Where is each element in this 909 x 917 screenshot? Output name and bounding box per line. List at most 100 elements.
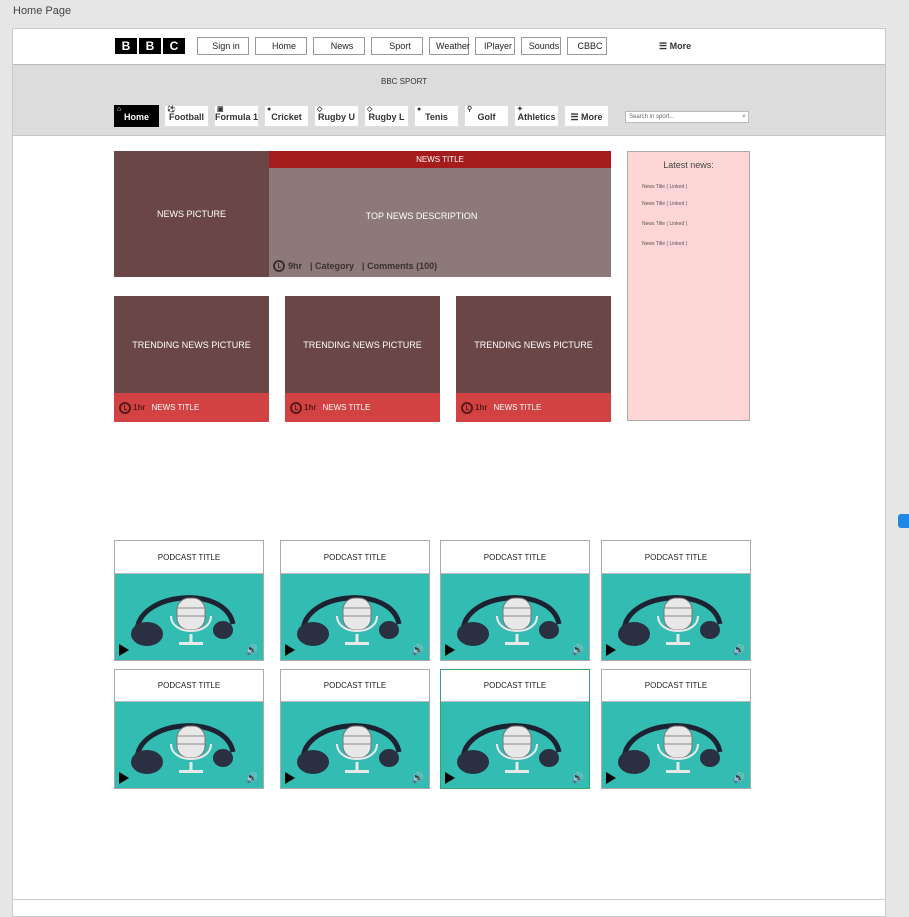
trending-card-bar: 1hr NEWS TITLE <box>114 393 269 422</box>
latest-news-heading: Latest news: <box>663 160 714 170</box>
podcast-card[interactable]: PODCAST TITLE 🔊 <box>601 669 751 789</box>
latest-news-panel: Latest news: News Title ( Linked ) News … <box>627 151 750 421</box>
podcast-card[interactable]: PODCAST TITLE 🔊 <box>601 540 751 661</box>
search-input[interactable]: Search in sport... ⌕ <box>625 111 749 123</box>
volume-icon[interactable]: 🔊 <box>412 645 424 656</box>
headphones-microphone-icon <box>281 723 429 788</box>
headphones-microphone-icon <box>602 595 750 660</box>
volume-icon[interactable]: 🔊 <box>733 645 745 656</box>
volume-icon[interactable]: 🔊 <box>572 773 584 784</box>
hero-news-description[interactable]: TOP NEWS DESCRIPTION 9hr | Category | Co… <box>269 168 611 277</box>
sport-nav-home[interactable]: ⌂ Home <box>114 105 159 127</box>
top-nav-news[interactable]: News <box>313 37 365 55</box>
sport-nav-label: Golf <box>477 112 496 122</box>
trending-news-picture: TRENDING NEWS PICTURE <box>114 296 269 393</box>
trending-card[interactable]: TRENDING NEWS PICTURE 1hr NEWS TITLE <box>456 296 611 422</box>
podcast-artwork: 🔊 <box>115 574 263 660</box>
hero-news-picture[interactable]: NEWS PICTURE <box>114 151 269 277</box>
tennis-ball-icon: ● <box>417 106 422 113</box>
headphones-microphone-icon <box>441 595 589 660</box>
volume-icon[interactable]: 🔊 <box>246 645 258 656</box>
podcast-card[interactable]: PODCAST TITLE 🔊 <box>440 669 590 789</box>
play-icon[interactable] <box>119 644 129 656</box>
top-nav-cbbc[interactable]: CBBC <box>567 37 607 55</box>
podcast-title: PODCAST TITLE <box>281 541 429 574</box>
trending-time: 1hr <box>133 403 146 412</box>
volume-icon[interactable]: 🔊 <box>733 773 745 784</box>
sport-nav-label: Cricket <box>271 112 302 122</box>
side-panel-toggle[interactable] <box>898 514 909 528</box>
podcast-artwork: 🔊 <box>115 702 263 788</box>
sport-nav-formula1[interactable]: ▣ Formula 1 <box>214 105 259 127</box>
podcast-card[interactable]: PODCAST TITLE 🔊 <box>280 540 430 661</box>
clock-icon <box>461 401 473 414</box>
hero-meta: 9hr | Category | Comments (100) <box>273 260 437 272</box>
podcast-card[interactable]: PODCAST TITLE 🔊 <box>114 540 264 661</box>
top-nav: Sign in Home News Sport Weather IPlayer … <box>197 37 607 55</box>
play-icon[interactable] <box>285 644 295 656</box>
sport-nav-athletics[interactable]: ✦ Athletics <box>514 105 559 127</box>
volume-icon[interactable]: 🔊 <box>572 645 584 656</box>
trending-news-picture: TRENDING NEWS PICTURE <box>456 296 611 393</box>
latest-news-link[interactable]: News Title ( Linked ) <box>642 201 687 207</box>
play-icon[interactable] <box>445 772 455 784</box>
hero-comments[interactable]: | Comments (100) <box>362 261 437 271</box>
top-nav-sport[interactable]: Sport <box>371 37 423 55</box>
play-icon[interactable] <box>445 644 455 656</box>
volume-icon[interactable]: 🔊 <box>412 773 424 784</box>
latest-news-link[interactable]: News Title ( Linked ) <box>642 241 687 247</box>
bbc-logo[interactable]: B B C <box>115 38 185 54</box>
sport-nav-football[interactable]: ⚽ Football <box>164 105 209 127</box>
sport-nav-golf[interactable]: ⚲ Golf <box>464 105 509 127</box>
play-icon[interactable] <box>606 772 616 784</box>
page-frame: B B C Sign in Home News Sport Weather IP… <box>12 28 886 917</box>
trending-card[interactable]: TRENDING NEWS PICTURE 1hr NEWS TITLE <box>285 296 440 422</box>
top-nav-weather[interactable]: Weather <box>429 37 470 55</box>
clock-icon <box>119 401 131 414</box>
top-more-button[interactable]: ☰ More <box>659 41 691 52</box>
hero-category[interactable]: | Category <box>310 261 354 271</box>
search-placeholder: Search in sport... <box>629 114 675 120</box>
hero-news-title[interactable]: NEWS TITLE <box>269 151 611 168</box>
trending-card-bar: 1hr NEWS TITLE <box>285 393 440 422</box>
search-icon[interactable]: ⌕ <box>742 112 746 122</box>
hero-description-text: TOP NEWS DESCRIPTION <box>365 211 478 221</box>
podcast-card[interactable]: PODCAST TITLE 🔊 <box>440 540 590 661</box>
podcast-artwork: 🔊 <box>441 574 589 660</box>
sport-nav-rugby-union[interactable]: ◇ Rugby U <box>314 105 359 127</box>
headphones-microphone-icon <box>281 595 429 660</box>
play-icon[interactable] <box>119 772 129 784</box>
play-icon[interactable] <box>285 772 295 784</box>
sport-nav-rugby-league[interactable]: ◇ Rugby L <box>364 105 409 127</box>
trending-time: 1hr <box>475 403 488 412</box>
latest-news-link[interactable]: News Title ( Linked ) <box>642 184 687 190</box>
sport-nav-label: Home <box>123 112 149 122</box>
logo-letter: B <box>115 38 137 54</box>
trending-news-title: NEWS TITLE <box>322 403 371 412</box>
top-nav-sounds[interactable]: Sounds <box>521 37 561 55</box>
headphones-microphone-icon <box>115 595 263 660</box>
car-icon: ▣ <box>217 106 224 113</box>
sport-nav-label: Athletics <box>517 112 556 122</box>
top-nav-signin[interactable]: Sign in <box>197 37 249 55</box>
cricket-ball-icon: ● <box>267 106 272 113</box>
sport-nav-tennis[interactable]: ● Tenis <box>414 105 459 127</box>
volume-icon[interactable]: 🔊 <box>246 773 258 784</box>
sport-nav-cricket[interactable]: ● Cricket <box>264 105 309 127</box>
trending-news-title: NEWS TITLE <box>493 403 542 412</box>
podcast-card[interactable]: PODCAST TITLE 🔊 <box>280 669 430 789</box>
podcast-title: PODCAST TITLE <box>602 670 750 702</box>
play-icon[interactable] <box>606 644 616 656</box>
latest-news-link[interactable]: News Title ( Linked ) <box>642 221 687 227</box>
podcast-artwork: 🔊 <box>602 574 750 660</box>
podcast-card[interactable]: PODCAST TITLE 🔊 <box>114 669 264 789</box>
trending-card-bar: 1hr NEWS TITLE <box>456 393 611 422</box>
top-nav-iplayer[interactable]: IPlayer <box>475 37 515 55</box>
runner-icon: ✦ <box>517 106 523 113</box>
trending-news-title: NEWS TITLE <box>151 403 200 412</box>
sport-nav-more[interactable]: ☰ More <box>564 105 609 127</box>
top-nav-home[interactable]: Home <box>255 37 307 55</box>
trending-news-picture: TRENDING NEWS PICTURE <box>285 296 440 393</box>
logo-letter: C <box>163 38 185 54</box>
trending-card[interactable]: TRENDING NEWS PICTURE 1hr NEWS TITLE <box>114 296 269 422</box>
